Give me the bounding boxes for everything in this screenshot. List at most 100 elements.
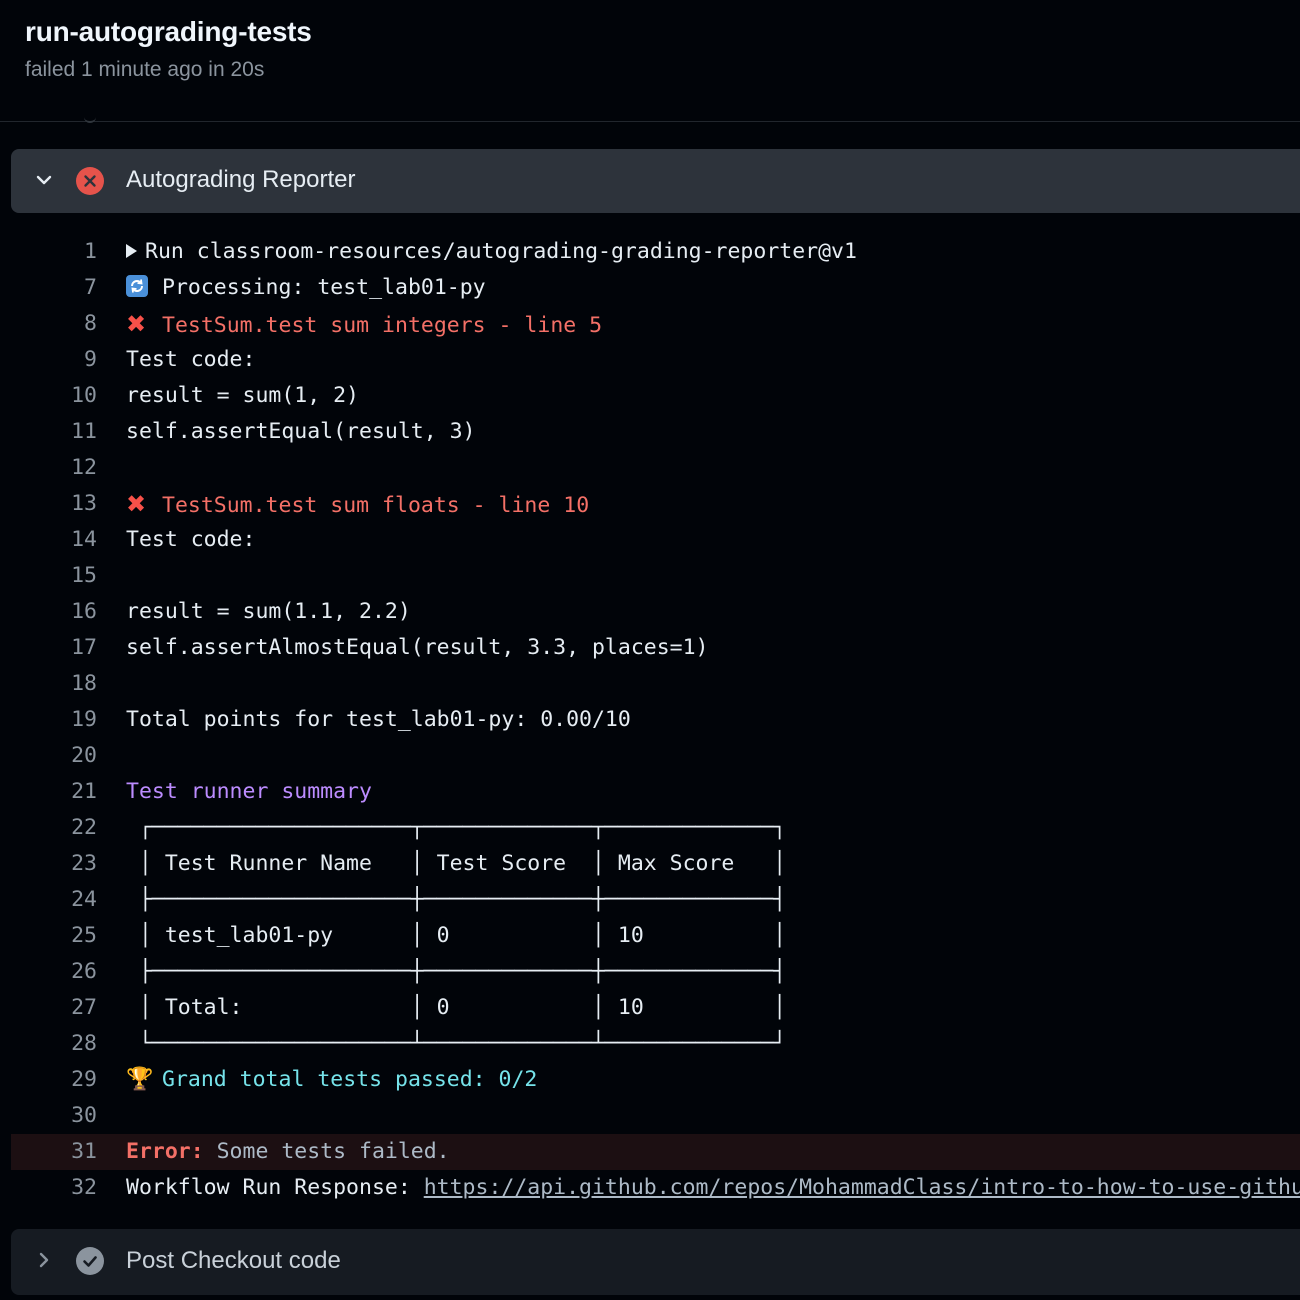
log-message: │ Total: │ 0 │ 10 │ <box>126 995 787 1020</box>
log-line: 26 ├────────────────────┼─────────────┼─… <box>0 954 1300 990</box>
log-message: self.assertAlmostEqual(result, 3.3, plac… <box>126 635 709 660</box>
log-line: 7 Processing: test_lab01-py <box>0 270 1300 306</box>
line-number[interactable]: 7 <box>0 270 97 306</box>
log-text: ┌────────────────────┬─────────────┬────… <box>126 810 786 846</box>
log-line: 21 Test runner summary <box>0 774 1300 810</box>
line-number[interactable]: 27 <box>0 990 97 1026</box>
error-label: Error: <box>126 1139 204 1164</box>
log-text: │ Test Runner Name │ Test Score │ Max Sc… <box>126 846 786 882</box>
line-number[interactable]: 15 <box>0 558 97 594</box>
log-text: self.assertEqual(result, 3) <box>126 414 476 450</box>
log-line: 18 <box>0 666 1300 702</box>
line-number[interactable]: 19 <box>0 702 97 738</box>
log-message: ├────────────────────┼─────────────┼────… <box>126 959 787 984</box>
log-text: 🏆 Grand total tests passed: 0/2 <box>126 1062 537 1098</box>
line-number[interactable]: 26 <box>0 954 97 990</box>
log-line: 19 Total points for test_lab01-py: 0.00/1… <box>0 702 1300 738</box>
log-line: 13 ✖ TestSum.test sum floats - line 10 <box>0 486 1300 522</box>
log-message: Total points for test_lab01-py: 0.00/10 <box>126 707 631 732</box>
log-text: Test code: <box>126 342 255 378</box>
line-number[interactable]: 18 <box>0 666 97 702</box>
log-text: Error: Some tests failed. <box>126 1134 450 1170</box>
cross-mark-icon: ✖ <box>126 310 147 338</box>
line-number[interactable]: 25 <box>0 918 97 954</box>
log-message: │ Test Runner Name │ Test Score │ Max Sc… <box>126 851 787 876</box>
log-message: Grand total tests passed: 0/2 <box>162 1067 538 1092</box>
line-number[interactable]: 23 <box>0 846 97 882</box>
log-text: Workflow Run Response: https://api.githu… <box>126 1170 1300 1206</box>
line-number[interactable]: 22 <box>0 810 97 846</box>
job-title: run-autograding-tests <box>25 16 312 47</box>
line-number[interactable]: 31 <box>0 1134 97 1170</box>
log-line-error: 31 Error: Some tests failed. <box>11 1134 1300 1170</box>
check-circle-fill-icon <box>76 1247 104 1275</box>
log-text: Test runner summary <box>126 774 372 810</box>
line-number[interactable]: 11 <box>0 414 97 450</box>
line-number[interactable]: 17 <box>0 630 97 666</box>
log-text: Total points for test_lab01-py: 0.00/10 <box>126 702 631 738</box>
log-text: result = sum(1, 2) <box>126 378 359 414</box>
log-line: 30 <box>0 1098 1300 1134</box>
step-autograding-reporter[interactable]: Autograding Reporter <box>11 149 1300 213</box>
log-line: 25 │ test_lab01-py │ 0 │ 10 │ <box>0 918 1300 954</box>
log-text: ├────────────────────┼─────────────┼────… <box>126 954 786 990</box>
chevron-down-icon[interactable] <box>31 167 57 193</box>
log-line: 1 Run classroom-resources/autograding-gra… <box>0 234 1300 270</box>
line-number[interactable]: 28 <box>0 1026 97 1062</box>
log-message: result = sum(1, 2) <box>126 383 359 408</box>
log-message: Test code: <box>126 347 256 372</box>
line-number[interactable]: 32 <box>0 1170 97 1206</box>
log-message: TestSum.test sum floats - line 10 <box>162 493 590 518</box>
log-text: │ test_lab01-py │ 0 │ 10 │ <box>126 918 786 954</box>
step-name: Autograding Reporter <box>126 166 356 193</box>
log-line: 32 Workflow Run Response: https://api.git… <box>0 1170 1300 1206</box>
log-line: 28 └────────────────────┴─────────────┴─… <box>0 1026 1300 1062</box>
log-message: Processing: test_lab01-py <box>162 275 486 300</box>
log-text: self.assertAlmostEqual(result, 3.3, plac… <box>126 630 708 666</box>
log-line: 22 ┌────────────────────┬─────────────┬─… <box>0 810 1300 846</box>
line-number[interactable]: 13 <box>0 486 97 522</box>
workflow-run-link[interactable]: https://api.github.com/repos/MohammadCla… <box>424 1175 1300 1200</box>
log-message: TestSum.test sum integers - line 5 <box>162 313 603 338</box>
log-line: 16 result = sum(1.1, 2.2) <box>0 594 1300 630</box>
log-line: 24 ├────────────────────┼─────────────┼─… <box>0 882 1300 918</box>
job-header: run-autograding-tests failed 1 minute ag… <box>0 0 1300 122</box>
log-text: ✖ TestSum.test sum floats - line 10 <box>126 486 589 524</box>
log-line: 17 self.assertAlmostEqual(result, 3.3, pl… <box>0 630 1300 666</box>
log-line: 14 Test code: <box>0 522 1300 558</box>
refresh-icon <box>126 275 148 297</box>
chevron-right-icon[interactable] <box>31 1247 57 1273</box>
log-message: Test runner summary <box>126 779 372 804</box>
line-number[interactable]: 29 <box>0 1062 97 1098</box>
line-number[interactable]: 10 <box>0 378 97 414</box>
log-line: 8 ✖ TestSum.test sum integers - line 5 <box>0 306 1300 342</box>
log-line: 12 <box>0 450 1300 486</box>
step-post-checkout-code[interactable]: Post Checkout code <box>11 1229 1300 1295</box>
line-number[interactable]: 1 <box>0 234 97 270</box>
log-message: Run classroom-resources/autograding-grad… <box>145 239 857 264</box>
log-message: │ test_lab01-py │ 0 │ 10 │ <box>126 923 787 948</box>
line-number[interactable]: 24 <box>0 882 97 918</box>
expand-group-icon[interactable] <box>126 244 137 258</box>
log-text: Processing: test_lab01-py <box>126 270 486 306</box>
line-number[interactable]: 12 <box>0 450 97 486</box>
line-number[interactable]: 14 <box>0 522 97 558</box>
log-message: └────────────────────┴─────────────┴────… <box>126 1031 787 1056</box>
line-number[interactable]: 21 <box>0 774 97 810</box>
log-message: Some tests failed. <box>203 1139 450 1164</box>
line-number[interactable]: 30 <box>0 1098 97 1134</box>
line-number[interactable]: 9 <box>0 342 97 378</box>
line-number[interactable]: 8 <box>0 306 97 342</box>
log-text: Run classroom-resources/autograding-grad… <box>126 234 857 270</box>
log-text: ✖ TestSum.test sum integers - line 5 <box>126 306 602 344</box>
log-line: 9 Test code: <box>0 342 1300 378</box>
log-text: │ Total: │ 0 │ 10 │ <box>126 990 786 1026</box>
line-number[interactable]: 16 <box>0 594 97 630</box>
log-line: 23 │ Test Runner Name │ Test Score │ Max… <box>0 846 1300 882</box>
line-number[interactable]: 20 <box>0 738 97 774</box>
log-line: 11 self.assertEqual(result, 3) <box>0 414 1300 450</box>
log-text: └────────────────────┴─────────────┴────… <box>126 1026 786 1062</box>
log-message: ┌────────────────────┬─────────────┬────… <box>126 815 787 840</box>
step-name: Post Checkout code <box>126 1247 341 1274</box>
log-text: ├────────────────────┼─────────────┼────… <box>126 882 786 918</box>
